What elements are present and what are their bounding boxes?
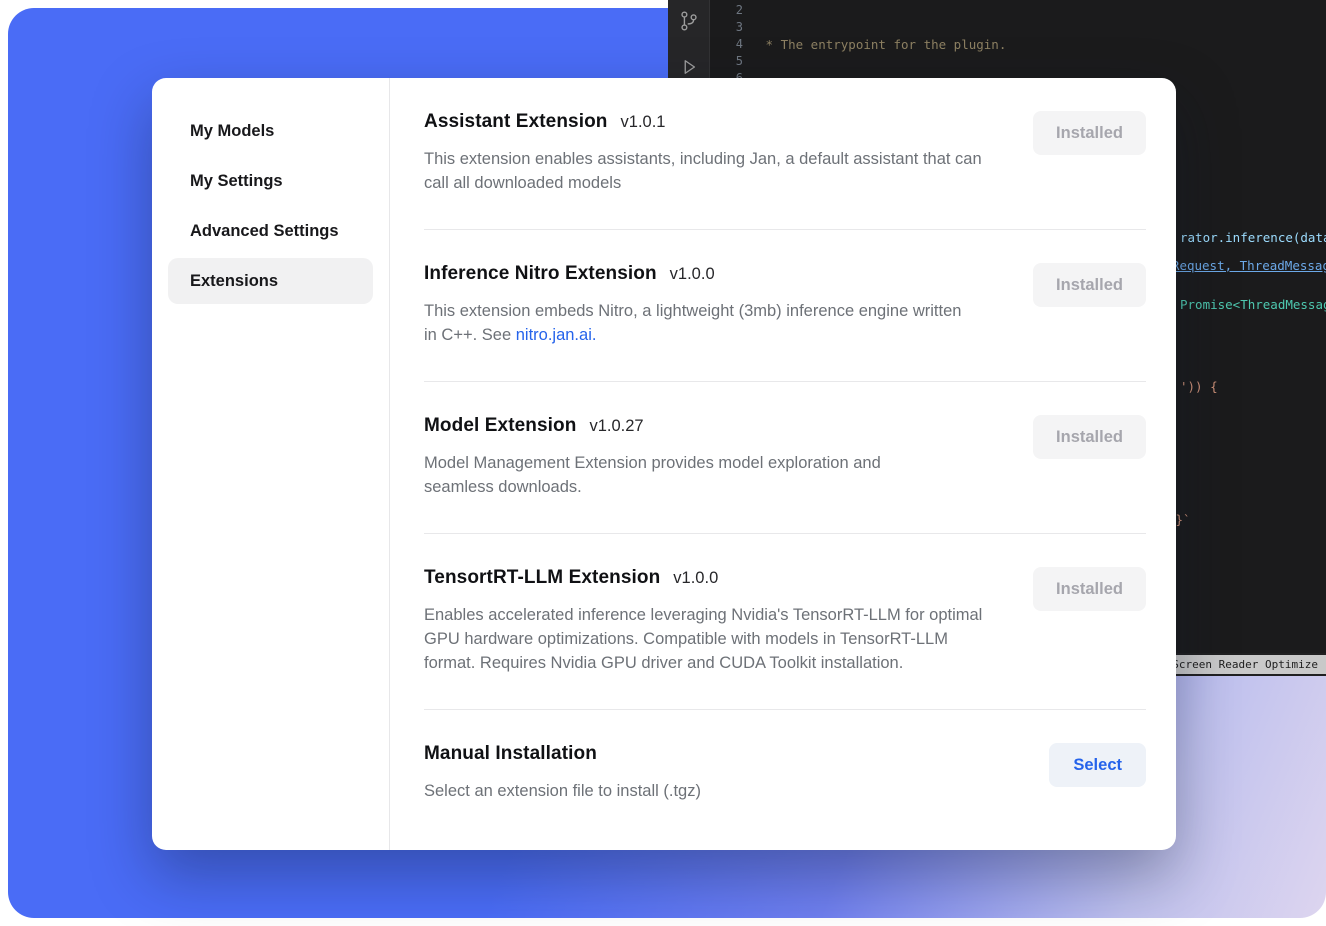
sidebar-item-label: Extensions [190,272,278,291]
code-fragment: ')) { [1180,379,1218,394]
run-debug-icon[interactable] [679,57,699,80]
line-number: 2 [711,2,743,19]
sidebar-item-my-models[interactable]: My Models [168,108,373,154]
extension-row-assistant: Assistant Extension v1.0.1 This extensio… [424,78,1146,230]
extension-version: v1.0.0 [670,265,715,284]
select-file-button[interactable]: Select [1049,743,1146,787]
extension-description: Model Management Extension provides mode… [424,451,924,499]
nitro-jan-ai-link[interactable]: nitro.jan.ai. [516,326,597,344]
sidebar-item-label: Advanced Settings [190,222,339,241]
sidebar-item-label: My Settings [190,172,283,191]
extension-description: This extension embeds Nitro, a lightweig… [424,299,969,347]
line-number: 3 [711,19,743,36]
editor-line-numbers: 2 3 4 5 6 [711,2,743,87]
extension-row-tensorrt: TensortRT-LLM Extension v1.0.0 Enables a… [424,534,1146,710]
code-fragment: Promise<ThreadMessage> [1180,297,1326,312]
extension-version: v1.0.27 [589,417,643,436]
extension-description-text: This extension embeds Nitro, a lightweig… [424,302,961,344]
extension-description: This extension enables assistants, inclu… [424,147,999,195]
source-control-icon[interactable] [678,10,700,35]
extension-title: Model Extension [424,415,576,437]
line-number: 5 [711,53,743,70]
screen-reader-chip[interactable]: Screen Reader Optimize [1164,655,1326,674]
settings-modal: My Models My Settings Advanced Settings … [152,78,1176,850]
extension-row-model: Model Extension v1.0.27 Model Management… [424,382,1146,534]
settings-sidebar: My Models My Settings Advanced Settings … [152,78,390,850]
extension-row-nitro: Inference Nitro Extension v1.0.0 This ex… [424,230,1146,382]
installed-button[interactable]: Installed [1033,415,1146,459]
extension-title: TensortRT-LLM Extension [424,567,660,589]
sidebar-item-my-settings[interactable]: My Settings [168,158,373,204]
installed-button[interactable]: Installed [1033,263,1146,307]
extension-version: v1.0.1 [621,113,666,132]
extension-description: Enables accelerated inference leveraging… [424,603,999,675]
sidebar-item-advanced-settings[interactable]: Advanced Settings [168,208,373,254]
line-number: 4 [711,36,743,53]
extension-title: Inference Nitro Extension [424,263,657,285]
extensions-list: Assistant Extension v1.0.1 This extensio… [390,78,1176,850]
extension-row-manual-installation: Manual Installation Select an extension … [424,710,1146,837]
extension-version: v1.0.0 [673,569,718,588]
code-comment: * The entrypoint for the plugin. [758,37,1006,52]
sidebar-item-label: My Models [190,122,274,141]
extension-description: Select an extension file to install (.tg… [424,779,999,803]
sidebar-item-extensions[interactable]: Extensions [168,258,373,304]
code-fragment: rator.inference(data)); [1180,230,1326,245]
extension-title: Assistant Extension [424,111,608,133]
installed-button[interactable]: Installed [1033,567,1146,611]
installed-button[interactable]: Installed [1033,111,1146,155]
extension-title: Manual Installation [424,743,597,765]
